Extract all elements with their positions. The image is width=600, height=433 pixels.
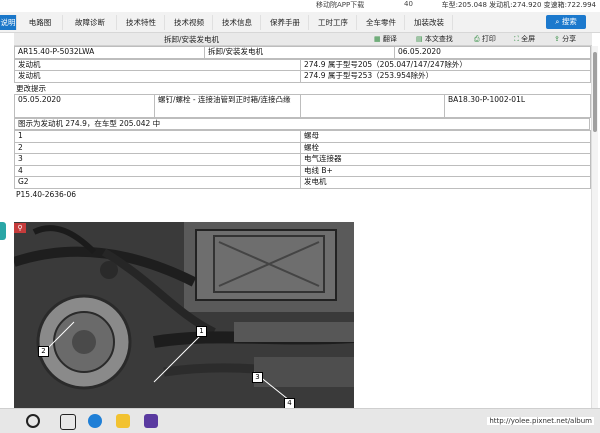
- change-desc: 螺钉/螺栓 - 连接油管到正时箱/连接凸缘: [154, 93, 301, 118]
- tab-tech-video[interactable]: 技术视频: [166, 15, 213, 30]
- document-icon: ▤: [416, 35, 423, 43]
- table-row: AR15.40-P-5032LWA 拆卸/安装发电机 06.05.2020: [14, 46, 591, 59]
- document-title: 拆卸/安装发电机: [164, 35, 220, 44]
- fullscreen-icon: ⛶: [514, 35, 519, 43]
- tab-modification[interactable]: 加装改装: [406, 15, 453, 30]
- engine-illustration: [14, 222, 354, 408]
- table-row: 05.05.2020 螺钉/螺栓 - 连接油管到正时箱/连接凸缘 BA18.30…: [14, 93, 591, 118]
- engine-photo[interactable]: 1 2 3 4: [14, 222, 354, 408]
- tab-tech-info[interactable]: 技术信息: [214, 15, 261, 30]
- share-button[interactable]: ⇪ 分享: [554, 34, 576, 44]
- search-button[interactable]: ⌕ 搜索: [546, 15, 586, 29]
- figure-caption-table: 图示为发动机 274.9，在车型 205.042 中: [14, 117, 590, 131]
- doc-date: 06.05.2020: [394, 46, 591, 59]
- table-row: 4 电线 B+: [14, 164, 591, 177]
- engine-label: 发动机: [14, 70, 301, 83]
- parts-table: 1 螺母 2 螺栓 3 电气连接器 4 电线 B+ G2 发电机: [14, 130, 591, 189]
- table-row: 3 电气连接器: [14, 153, 591, 166]
- table-row: 2 螺栓: [14, 141, 591, 154]
- tab-description[interactable]: 说明: [0, 15, 17, 30]
- print-icon: ⎙: [474, 35, 480, 43]
- find-in-text-button[interactable]: ▤ 本文查找: [416, 34, 453, 44]
- doc-title: 拆卸/安装发电机: [204, 46, 395, 59]
- engine-table: 发动机 274.9 属于型号205（205.047/147/247除外） 发动机…: [14, 58, 591, 83]
- table-row: G2 发电机: [14, 176, 591, 189]
- callout-3: 3: [252, 372, 263, 383]
- callout-2: 2: [38, 346, 49, 357]
- task-view-icon[interactable]: [60, 414, 76, 430]
- store-icon[interactable]: [144, 414, 158, 428]
- tab-tech-specs[interactable]: 技术特性: [118, 15, 165, 30]
- file-explorer-icon[interactable]: [116, 414, 130, 428]
- main-tab-bar: 说明 电路图 故障诊断 技术特性 技术视频 技术信息 保养手册 工时工序 全车零…: [0, 12, 600, 33]
- tab-labor[interactable]: 工时工序: [310, 15, 357, 30]
- side-panel-handle[interactable]: [0, 222, 6, 240]
- callout-1: 1: [196, 326, 207, 337]
- tab-diagnosis[interactable]: 故障诊断: [64, 15, 117, 30]
- table-row: 发动机 274.9 属于型号205（205.047/147/247除外）: [14, 58, 591, 71]
- top-strip: 移动院APP下载 40 车型:205.048 发动机:274.920 变速箱:7…: [0, 0, 600, 12]
- scrollbar-thumb[interactable]: [593, 52, 597, 132]
- vertical-scrollbar[interactable]: [591, 46, 598, 408]
- callout-4: 4: [284, 398, 295, 408]
- tab-wiring[interactable]: 电路图: [18, 15, 63, 30]
- edge-browser-icon[interactable]: [88, 414, 102, 428]
- translate-button[interactable]: ▦ 翻译: [374, 34, 397, 44]
- engine-label: 发动机: [14, 58, 301, 71]
- notification-badge: 40: [404, 0, 413, 8]
- figure-caption: 图示为发动机 274.9，在车型 205.042 中: [14, 117, 590, 130]
- change-ref[interactable]: BA18.30-P-1002-01L: [444, 93, 591, 118]
- search-icon[interactable]: [26, 414, 40, 428]
- change-notice-label: 更改提示: [16, 83, 46, 93]
- print-button[interactable]: ⎙ 打印: [474, 34, 496, 44]
- share-icon: ⇪: [554, 35, 560, 43]
- watermark-url: http://yolee.pixnet.net/album: [487, 417, 594, 425]
- table-row: 图示为发动机 274.9，在车型 205.042 中: [14, 117, 590, 130]
- table-row: 1 螺母: [14, 130, 591, 143]
- vehicle-info: 车型:205.048 发动机:274.920 变速箱:722.994: [441, 1, 596, 9]
- doc-code: AR15.40-P-5032LWA: [14, 46, 205, 59]
- table-row: 发动机 274.9 属于型号253（253.954除外）: [14, 70, 591, 83]
- image-reference: P15.40-2636-06: [16, 189, 77, 199]
- fullscreen-button[interactable]: ⛶ 全屏: [514, 34, 535, 44]
- engine-value: 274.9 属于型号205（205.047/147/247除外）: [300, 58, 591, 71]
- change-date: 05.05.2020: [14, 93, 155, 118]
- header-table: AR15.40-P-5032LWA 拆卸/安装发电机 06.05.2020: [14, 46, 591, 59]
- tab-parts[interactable]: 全车零件: [358, 15, 405, 30]
- document-content: AR15.40-P-5032LWA 拆卸/安装发电机 06.05.2020 发动…: [14, 46, 591, 200]
- taskbar: http://yolee.pixnet.net/album: [0, 408, 600, 433]
- zoom-icon[interactable]: ⚲: [14, 223, 26, 233]
- change-empty: [300, 93, 445, 118]
- change-table: 05.05.2020 螺钉/螺栓 - 连接油管到正时箱/连接凸缘 BA18.30…: [14, 93, 591, 118]
- search-icon: ⌕: [555, 17, 560, 26]
- document-toolbar: 拆卸/安装发电机 ▦ 翻译 ▤ 本文查找 ⎙ 打印 ⛶ 全屏 ⇪ 分享: [14, 33, 592, 46]
- translate-icon: ▦: [374, 35, 381, 43]
- tab-maintenance[interactable]: 保养手册: [262, 15, 309, 30]
- engine-value: 274.9 属于型号253（253.954除外）: [300, 70, 591, 83]
- app-download-link[interactable]: 移动院APP下载: [316, 0, 364, 10]
